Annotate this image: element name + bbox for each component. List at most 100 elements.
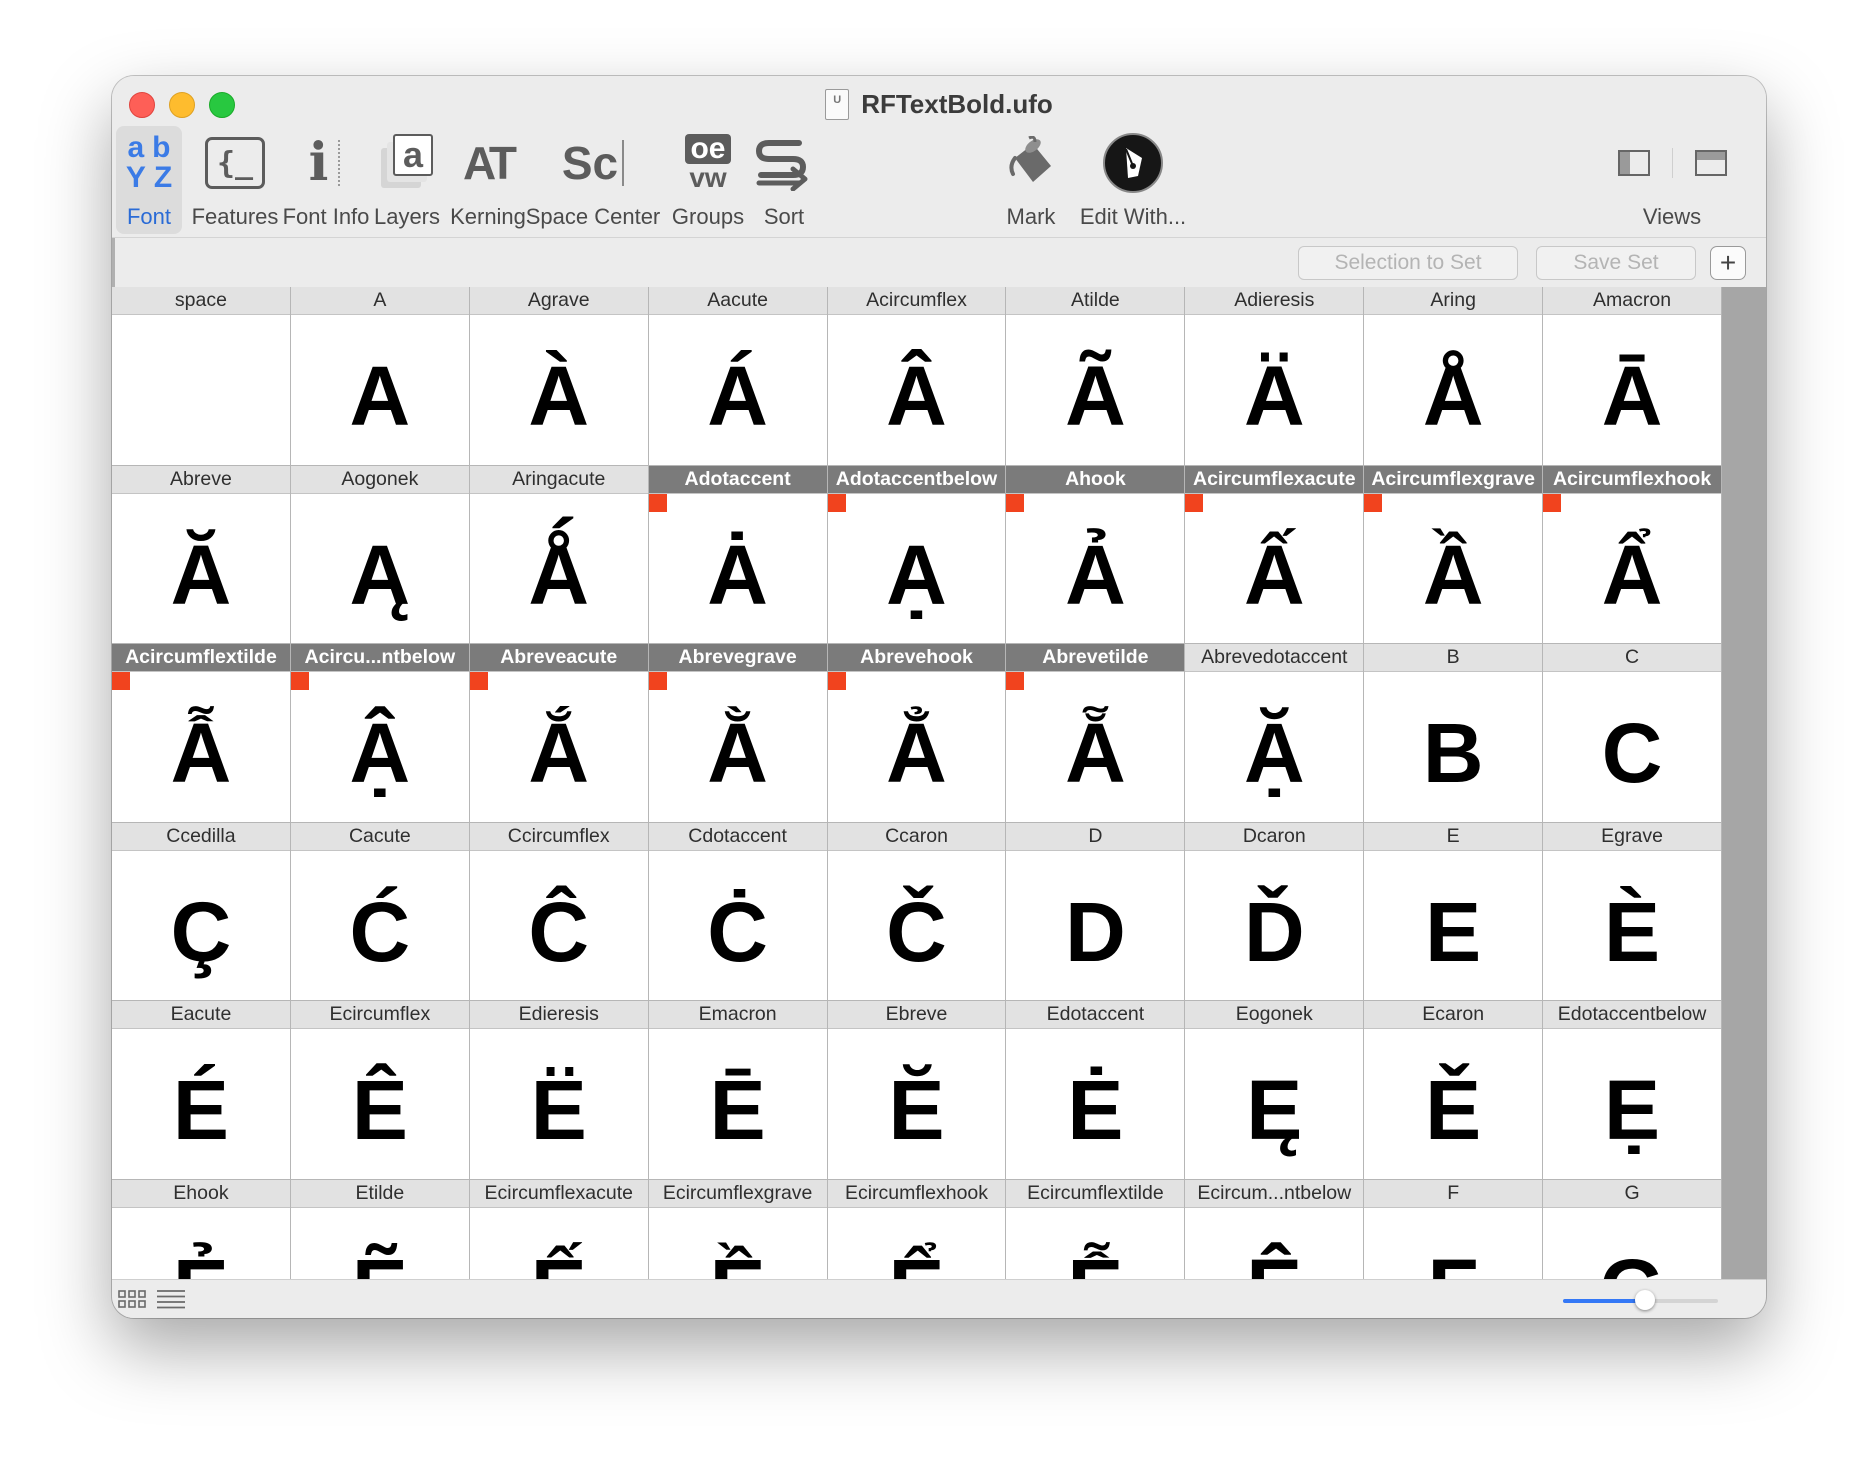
features-icon: {_ [205, 126, 265, 200]
glyph-cell[interactable]: Edotaccent Ė [1006, 1001, 1186, 1180]
toolbar-mark-button[interactable]: Mark [996, 126, 1066, 234]
glyph-preview-char: Ȧ [707, 527, 768, 622]
glyph-preview-char: Ẽ [352, 1247, 408, 1279]
glyph-cell[interactable]: Aring Å [1364, 287, 1544, 466]
glyph-cell[interactable]: Ecircum...ntbelow Ệ [1185, 1179, 1365, 1279]
glyph-preview: D [1006, 851, 1184, 1001]
glyph-cell[interactable]: Ecircumflextilde Ễ [1006, 1179, 1186, 1279]
glyph-cell[interactable]: Acircumflextilde Ẫ [112, 644, 291, 823]
sidebar-top-view-icon[interactable] [1694, 150, 1727, 176]
glyph-cell[interactable]: Emacron Ē [648, 1001, 828, 1180]
glyph-cell[interactable]: Amacron Ā [1543, 287, 1722, 466]
glyph-preview: Á [649, 315, 827, 465]
glyph-cell[interactable]: Ccaron Č [827, 822, 1007, 1002]
glyph-cell[interactable]: Ecircumflexacute Ế [469, 1179, 649, 1279]
glyph-grid-cells: space A A Agrave À Aacute Á Acircumflex Â Atilde… [112, 287, 1722, 1279]
glyph-cell[interactable]: FF [1364, 1179, 1544, 1279]
glyph-cell[interactable]: Eacute É [112, 1001, 291, 1180]
vertical-scrollbar[interactable] [1722, 287, 1766, 1279]
glyph-cell[interactable]: Acircumflexhook Ẩ [1543, 465, 1722, 645]
glyph-cell[interactable]: Acircu...ntbelow Ậ [290, 644, 470, 823]
glyph-name-label: Agrave [469, 287, 648, 315]
glyph-cell[interactable]: Atilde Ã [1006, 287, 1186, 466]
glyph-cell[interactable]: BB [1364, 644, 1544, 823]
glyph-cell[interactable]: Edieresis Ë [469, 1001, 649, 1180]
glyph-name-label: Adotaccentbelow [827, 465, 1006, 494]
glyph-cell[interactable]: Abreve Ă [112, 465, 291, 645]
add-set-button[interactable]: + [1710, 246, 1746, 280]
glyph-name-label: Abrevegrave [648, 644, 827, 673]
glyph-name-label: Abrevedotaccent [1185, 644, 1364, 673]
glyph-cell[interactable]: Ahook Ả [1006, 465, 1186, 645]
toolbar-kerning-button[interactable]: AT Kerning [446, 126, 530, 234]
selection-to-set-button[interactable]: Selection to Set [1298, 246, 1518, 280]
glyph-cell[interactable]: DD [1006, 822, 1186, 1002]
glyph-cell[interactable]: Ebreve Ĕ [827, 1001, 1007, 1180]
grid-view-icon[interactable] [118, 1290, 146, 1308]
glyph-preview: Ệ [1185, 1208, 1363, 1279]
glyph-cell[interactable]: Adieresis Ä [1185, 287, 1365, 466]
glyph-preview: B [1364, 672, 1542, 822]
glyph-cell[interactable]: Cdotaccent Ċ [648, 822, 828, 1002]
glyph-preview-char: Ể [888, 1247, 944, 1279]
glyph-cell[interactable]: Ecircumflex Ê [290, 1001, 470, 1180]
glyph-cell[interactable]: CC [1543, 644, 1722, 823]
glyph-cell[interactable]: Dcaron Ď [1185, 822, 1365, 1002]
toolbar-font-info-button[interactable]: i Font Info [283, 126, 370, 234]
glyph-cell[interactable]: Acircumflexgrave Ầ [1364, 465, 1544, 645]
glyph-cell[interactable]: Acircumflex Â [827, 287, 1007, 466]
glyph-cell[interactable]: Ccedilla Ç [112, 822, 291, 1002]
glyph-cell[interactable]: Ecaron Ě [1364, 1001, 1544, 1180]
glyph-cell[interactable]: AA [290, 287, 470, 466]
glyph-cell[interactable]: Abrevedotaccent Ặ [1185, 644, 1365, 823]
toolbar-edit-with-button[interactable]: Edit With... [1072, 126, 1194, 234]
toolbar-layers-button[interactable]: a Layers [370, 126, 444, 234]
glyph-cell[interactable]: Agrave À [469, 287, 649, 466]
save-set-button[interactable]: Save Set [1536, 246, 1696, 280]
glyph-name-label: D [1006, 822, 1185, 851]
glyph-preview: Ằ [648, 672, 827, 822]
glyph-preview: Ȧ [648, 493, 827, 644]
glyph-cell[interactable]: Adotaccentbelow Ạ [827, 465, 1007, 645]
glyph-cell[interactable]: Ecircumflexgrave Ề [648, 1179, 828, 1279]
glyph-cell[interactable]: EE [1364, 822, 1544, 1002]
glyph-cell[interactable]: Eogonek Ę [1185, 1001, 1365, 1180]
toolbar-features-button[interactable]: {_ Features [188, 126, 282, 234]
glyph-cell[interactable]: Abrevegrave Ằ [648, 644, 828, 823]
font-info-icon-text: i [308, 132, 329, 193]
glyph-cell[interactable]: Aringacute Ǻ [469, 465, 649, 645]
toolbar-groups-button[interactable]: oe vw Groups [668, 126, 748, 234]
toolbar-mark-label: Mark [1006, 204, 1056, 229]
glyph-cell[interactable]: Ecircumflexhook Ể [827, 1179, 1007, 1279]
toolbar-font-button[interactable]: a b Y Z Font [116, 126, 182, 234]
glyph-name-label: Aringacute [469, 465, 648, 494]
glyph-cell[interactable]: Ehook Ẻ [112, 1179, 291, 1279]
glyph-cell[interactable]: space [112, 287, 291, 466]
glyph-cell[interactable]: Egrave È [1543, 822, 1722, 1002]
glyph-name-label: Abreve [112, 465, 290, 494]
glyph-cell[interactable]: Cacute Ć [290, 822, 470, 1002]
glyph-cell[interactable]: Edotaccentbelow Ẹ [1543, 1001, 1722, 1180]
zoom-slider-knob[interactable] [1635, 1290, 1655, 1310]
glyph-cell[interactable]: Abreveacute Ắ [469, 644, 649, 823]
glyph-cell[interactable]: Abrevetilde Ẵ [1006, 644, 1186, 823]
toolbar-space-center-button[interactable]: Sc Space Center [526, 126, 660, 234]
glyph-cell[interactable]: Aogonek Ą [290, 465, 470, 645]
sidebar-left-view-icon[interactable] [1617, 150, 1650, 176]
glyph-cell[interactable]: Abrevehook Ẳ [827, 644, 1007, 823]
toolbar: U RFTextBold.ufo a b Y Z Font {_ Feature… [112, 76, 1766, 237]
glyph-cell[interactable]: Aacute Á [648, 287, 828, 466]
glyph-cell[interactable]: Etilde Ẽ [290, 1179, 470, 1279]
glyph-cell[interactable]: Ccircumflex Ĉ [469, 822, 649, 1002]
glyph-preview-char: Ê [351, 1063, 408, 1158]
list-view-icon[interactable] [156, 1289, 186, 1309]
glyph-cell[interactable]: Acircumflexacute Ấ [1185, 465, 1365, 645]
glyph-preview-char: Ẳ [886, 706, 947, 801]
glyph-preview: Ẳ [827, 672, 1006, 822]
glyph-preview: Ć [291, 851, 469, 1001]
glyph-cell[interactable]: GG [1543, 1179, 1722, 1279]
toolbar-sort-button[interactable]: Sort [752, 126, 816, 234]
glyph-cell[interactable]: Adotaccent Ȧ [648, 465, 828, 645]
mark-color-swatch [648, 672, 667, 691]
mark-color-swatch [1006, 672, 1025, 691]
